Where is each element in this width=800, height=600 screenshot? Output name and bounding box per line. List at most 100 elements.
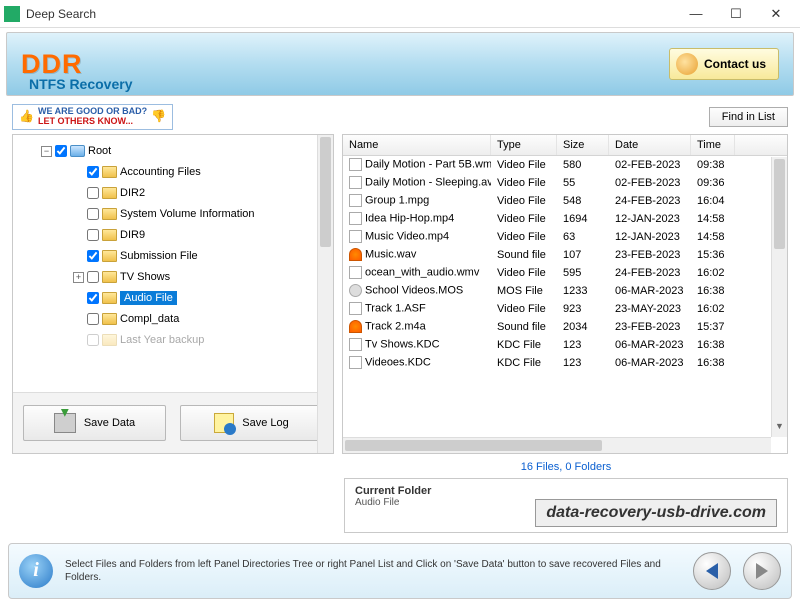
save-data-button[interactable]: Save Data xyxy=(23,405,166,441)
file-row[interactable]: School Videos.MOSMOS File123306-MAR-2023… xyxy=(343,282,787,300)
file-name: Idea Hip-Hop.mp4 xyxy=(365,213,454,225)
tree-checkbox[interactable] xyxy=(87,271,99,283)
file-date: 02-FEB-2023 xyxy=(609,159,691,171)
expand-icon[interactable]: + xyxy=(73,272,84,283)
file-row[interactable]: Music.wavSound file10723-FEB-202315:36 xyxy=(343,246,787,264)
col-time[interactable]: Time xyxy=(691,135,735,155)
file-icon xyxy=(349,230,362,243)
file-name: Music.wav xyxy=(365,249,416,261)
folder-icon xyxy=(102,166,117,178)
minimize-button[interactable]: — xyxy=(676,0,716,28)
file-type: Video File xyxy=(491,267,557,279)
file-row[interactable]: Tv Shows.KDCKDC File12306-MAR-202316:38 xyxy=(343,336,787,354)
folder-icon xyxy=(102,208,117,220)
contact-avatar-icon xyxy=(676,53,698,75)
tree-checkbox[interactable] xyxy=(87,292,99,304)
file-count: 16 Files, 0 Folders xyxy=(344,458,788,476)
tree-item[interactable]: +TV Shows xyxy=(17,267,329,288)
app-icon xyxy=(4,6,20,22)
tree-checkbox[interactable] xyxy=(87,208,99,220)
file-size: 2034 xyxy=(557,321,609,333)
file-name: Daily Motion - Sleeping.avi xyxy=(365,177,491,189)
tree-item[interactable]: Last Year backup xyxy=(17,330,329,351)
thumbs-down-icon: 👎 xyxy=(151,110,166,123)
file-size: 580 xyxy=(557,159,609,171)
tree-checkbox[interactable] xyxy=(87,250,99,262)
tree-item[interactable]: DIR9 xyxy=(17,225,329,246)
file-type: Sound file xyxy=(491,249,557,261)
file-time: 16:02 xyxy=(691,267,735,279)
feedback-badge[interactable]: 👍 WE ARE GOOD OR BAD? LET OTHERS KNOW...… xyxy=(12,104,173,130)
tree-checkbox[interactable] xyxy=(87,166,99,178)
tree-item[interactable]: Audio File xyxy=(17,288,329,309)
file-size: 123 xyxy=(557,357,609,369)
arrow-right-icon xyxy=(756,563,768,579)
file-size: 595 xyxy=(557,267,609,279)
folder-icon xyxy=(102,187,117,199)
save-log-label: Save Log xyxy=(242,417,288,429)
col-date[interactable]: Date xyxy=(609,135,691,155)
tree-scrollbar[interactable] xyxy=(317,135,333,453)
maximize-button[interactable]: ☐ xyxy=(716,0,756,28)
current-folder-box: Current Folder Audio File data-recovery-… xyxy=(344,478,788,533)
contact-us-button[interactable]: Contact us xyxy=(669,48,779,80)
file-size: 923 xyxy=(557,303,609,315)
tree-checkbox[interactable] xyxy=(87,313,99,325)
nav-back-button[interactable] xyxy=(693,552,731,590)
save-data-label: Save Data xyxy=(84,417,135,429)
file-name: Track 1.ASF xyxy=(365,303,426,315)
tree-label: Root xyxy=(88,145,111,157)
tree-item[interactable]: System Volume Information xyxy=(17,204,329,225)
scroll-down-icon[interactable]: ▼ xyxy=(772,421,787,437)
tree-item[interactable]: Submission File xyxy=(17,246,329,267)
folder-icon xyxy=(102,271,117,283)
tree-label: Audio File xyxy=(120,291,177,305)
file-row[interactable]: Daily Motion - Part 5B.wmvVideo File5800… xyxy=(343,156,787,174)
nav-forward-button[interactable] xyxy=(743,552,781,590)
list-scrollbar-horizontal[interactable] xyxy=(343,437,771,453)
file-row[interactable]: Track 1.ASFVideo File92323-MAY-202316:02 xyxy=(343,300,787,318)
file-time: 09:38 xyxy=(691,159,735,171)
file-time: 14:58 xyxy=(691,213,735,225)
tree-item[interactable]: Compl_data xyxy=(17,309,329,330)
product-subtitle: NTFS Recovery xyxy=(29,76,132,92)
file-list[interactable]: Daily Motion - Part 5B.wmvVideo File5800… xyxy=(343,156,787,372)
file-row[interactable]: Track 2.m4aSound file203423-FEB-202315:3… xyxy=(343,318,787,336)
list-scrollbar-vertical[interactable]: ▲ ▼ xyxy=(771,157,787,437)
tree-root-row[interactable]: − Root xyxy=(17,141,329,162)
file-name: ocean_with_audio.wmv xyxy=(365,267,479,279)
close-button[interactable]: ✕ xyxy=(756,0,796,28)
file-row[interactable]: Videoes.KDCKDC File12306-MAR-202316:38 xyxy=(343,354,787,372)
file-row[interactable]: Daily Motion - Sleeping.aviVideo File550… xyxy=(343,174,787,192)
tree-checkbox[interactable] xyxy=(87,334,99,346)
file-time: 15:36 xyxy=(691,249,735,261)
save-data-icon xyxy=(54,413,76,433)
tree-checkbox[interactable] xyxy=(87,229,99,241)
file-icon xyxy=(349,158,362,171)
file-type: Sound file xyxy=(491,321,557,333)
hint-text: Select Files and Folders from left Panel… xyxy=(65,558,681,584)
scroll-thumb[interactable] xyxy=(774,159,785,249)
file-row[interactable]: Group 1.mpgVideo File54824-FEB-202316:04 xyxy=(343,192,787,210)
root-checkbox[interactable] xyxy=(55,145,67,157)
tree-checkbox[interactable] xyxy=(87,187,99,199)
summary-bar: 16 Files, 0 Folders xyxy=(344,458,788,476)
tree-item[interactable]: DIR2 xyxy=(17,183,329,204)
directory-tree[interactable]: − Root Accounting Files DIR2 System Volume I… xyxy=(13,135,333,392)
tree-item[interactable]: Accounting Files xyxy=(17,162,329,183)
find-in-list-button[interactable]: Find in List xyxy=(709,107,788,127)
file-time: 16:38 xyxy=(691,339,735,351)
file-type: Video File xyxy=(491,195,557,207)
col-size[interactable]: Size xyxy=(557,135,609,155)
file-icon xyxy=(349,212,362,225)
file-date: 06-MAR-2023 xyxy=(609,285,691,297)
tree-label: DIR2 xyxy=(120,187,145,199)
file-row[interactable]: Idea Hip-Hop.mp4Video File169412-JAN-202… xyxy=(343,210,787,228)
col-name[interactable]: Name xyxy=(343,135,491,155)
collapse-icon[interactable]: − xyxy=(41,146,52,157)
save-log-button[interactable]: Save Log xyxy=(180,405,323,441)
col-type[interactable]: Type xyxy=(491,135,557,155)
file-row[interactable]: Music Video.mp4Video File6312-JAN-202314… xyxy=(343,228,787,246)
file-row[interactable]: ocean_with_audio.wmvVideo File59524-FEB-… xyxy=(343,264,787,282)
file-date: 06-MAR-2023 xyxy=(609,357,691,369)
